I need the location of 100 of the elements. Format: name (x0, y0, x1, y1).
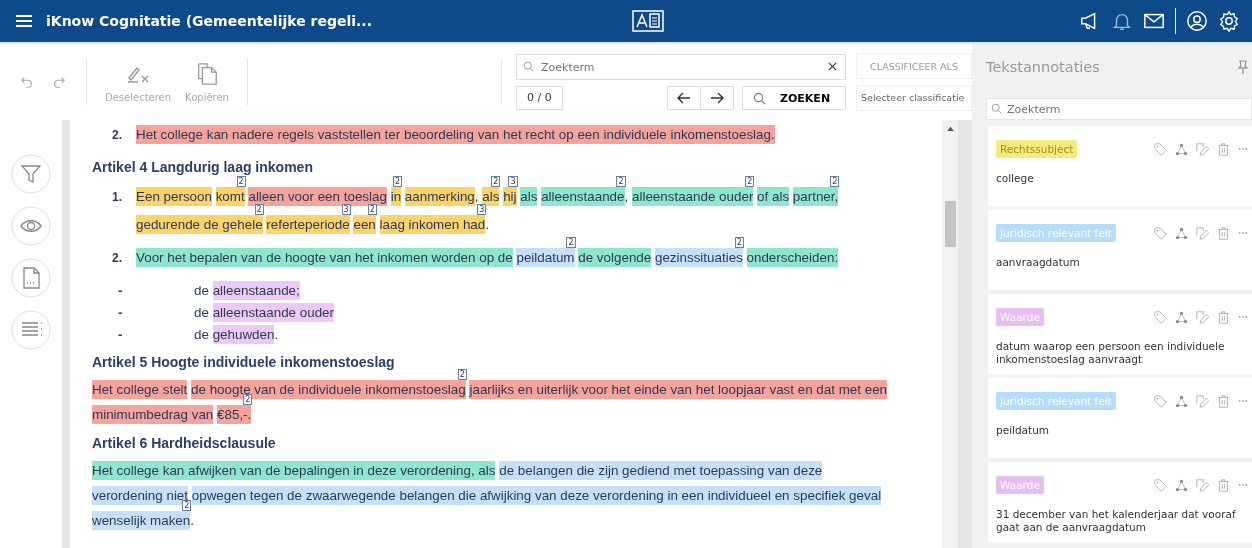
highlighted-text[interactable]: als (520, 187, 538, 206)
edit-tag-icon[interactable] (1196, 478, 1209, 492)
highlighted-text[interactable]: de volgende (578, 248, 652, 267)
highlighted-text[interactable]: een (353, 215, 376, 234)
network-icon[interactable] (1175, 310, 1188, 324)
search-icon (991, 103, 1002, 114)
bullet-marker: - (118, 326, 124, 344)
panel-title: Tekstannotaties (986, 59, 1100, 75)
tag-icon[interactable] (1154, 226, 1167, 240)
list-number: 2. (112, 127, 123, 144)
highlighted-text[interactable]: gedurende de gehele (136, 215, 263, 234)
reference-count: 2 (734, 237, 744, 248)
scroll-up-icon[interactable] (946, 126, 954, 131)
highlighted-text[interactable]: jaarlijks en uiterlijk voor het einde van het loopjaar vast en dat met een (469, 380, 888, 399)
reference-count: 2 (254, 204, 264, 215)
text: . (274, 327, 279, 342)
highlighted-text[interactable]: gezinssituaties (654, 248, 743, 267)
highlighted-text[interactable]: komt (215, 187, 245, 206)
highlighted-text[interactable]: Het college stelt (92, 380, 188, 399)
menu-icon[interactable] (16, 15, 32, 27)
trash-icon[interactable] (1217, 142, 1230, 156)
annotation-label: Rechtssubject (996, 140, 1078, 158)
network-icon[interactable] (1175, 226, 1188, 240)
highlighted-text[interactable]: of als (757, 187, 790, 206)
edit-tag-icon[interactable] (1196, 142, 1209, 156)
highlighted-text[interactable]: hij (503, 187, 517, 206)
close-icon[interactable] (827, 61, 838, 72)
tag-icon[interactable] (1154, 478, 1167, 492)
annotation-label: Juridisch relevant feit (996, 224, 1116, 242)
user-icon[interactable] (1186, 10, 1208, 32)
pin-icon[interactable] (1238, 60, 1248, 74)
tag-icon[interactable] (1154, 394, 1167, 408)
app-title: iKnow Cognitatie (Gemeentelijke regeli... (46, 13, 372, 29)
article-heading: Artikel 6 Hardheidsclausule (92, 435, 277, 451)
highlighted-text[interactable]: €85,-. (217, 405, 252, 424)
more-icon[interactable] (1238, 147, 1248, 151)
eye-icon[interactable] (11, 206, 51, 246)
annotation-text: datum waarop een persoon een individuele inkomenstoeslag aanvraagt (996, 340, 1226, 366)
highlighted-text[interactable]: partner, (792, 187, 839, 206)
document-icon[interactable] (11, 258, 51, 298)
highlighted-text[interactable]: alleenstaande; (212, 281, 300, 300)
text: , (474, 189, 479, 204)
edit-tag-icon[interactable] (1196, 226, 1209, 240)
highlighted-text[interactable]: minimumbedrag van (92, 405, 214, 424)
highlighted-text[interactable]: in (390, 187, 402, 206)
highlighted-text[interactable]: onderscheiden: (746, 248, 839, 267)
annotation-label: Waarde (996, 308, 1044, 326)
trash-icon[interactable] (1217, 478, 1230, 492)
network-icon[interactable] (1175, 142, 1188, 156)
search-field[interactable]: Zoekterm (516, 54, 846, 80)
search-icon (523, 61, 534, 72)
classification-select[interactable]: Selecteer classificatie (856, 85, 972, 111)
more-icon[interactable] (1238, 231, 1248, 235)
reference-count: 2 (236, 176, 246, 187)
network-icon[interactable] (1175, 478, 1188, 492)
highlighted-text[interactable]: de belangen die zijn gediend met toepassing van deze (499, 461, 823, 480)
annotation-card[interactable]: Juridisch relevant feit peildatum (988, 378, 1252, 458)
trash-icon[interactable] (1217, 226, 1230, 240)
annotation-card[interactable]: Juridisch relevant feit aanvraagdatum (988, 210, 1252, 290)
highlighted-text[interactable]: peildatum (516, 248, 575, 267)
search-button[interactable]: ZOEKEN (742, 86, 846, 110)
network-icon[interactable] (1175, 394, 1188, 408)
more-icon[interactable] (1238, 483, 1248, 487)
highlighted-text[interactable]: alleen voor een toeslag (248, 187, 387, 206)
highlighted-text[interactable]: Een persoon (136, 187, 212, 206)
list-icon[interactable] (11, 310, 51, 350)
highlighted-text[interactable]: opwegen tegen de zwaarwegende belangen die afwijking van deze verordening in een individueel en specifiek geval (191, 486, 882, 505)
reference-count: 2 (393, 176, 403, 187)
bullet-marker: - (118, 282, 124, 300)
settings-icon[interactable] (1218, 10, 1240, 32)
more-icon[interactable] (1238, 315, 1248, 319)
annotation-text: peildatum (996, 424, 1051, 437)
annotation-card[interactable]: Rechtssubject college (988, 126, 1252, 206)
edit-tag-icon[interactable] (1196, 310, 1209, 324)
logo-icon (632, 10, 664, 32)
highlighted-text[interactable]: als (482, 187, 500, 206)
trash-icon[interactable] (1217, 310, 1230, 324)
highlighted-text[interactable]: Voor het bepalen van de hoogte van het inkomen worden op de (136, 248, 513, 267)
tag-icon[interactable] (1154, 142, 1167, 156)
highlighted-text[interactable]: alleenstaande ouder (212, 303, 334, 322)
highlighted-text[interactable]: referteperiode (266, 215, 350, 234)
highlighted-text[interactable]: alleenstaande (541, 187, 625, 206)
highlighted-text[interactable]: Het college kan nadere regels vaststellen ter beoordeling van het recht op een individuele inkomenstoeslag. (136, 125, 775, 144)
search-field[interactable]: Zoekterm (986, 98, 1252, 120)
annotation-text: aanvraagdatum (996, 256, 1081, 269)
scrollbar[interactable] (942, 120, 958, 548)
reference-count: 3 (508, 176, 518, 187)
highlighted-text[interactable]: Het college kan afwijken van de bepalingen in deze verordening, als (92, 461, 496, 480)
annotation-card[interactable]: Waarde datum waarop een persoon een individuele inkomenstoeslag aanvraagt (988, 294, 1252, 374)
reference-count: 2 (182, 500, 192, 511)
edit-tag-icon[interactable] (1196, 394, 1209, 408)
trash-icon[interactable] (1217, 394, 1230, 408)
more-icon[interactable] (1238, 399, 1248, 403)
scrollbar-thumb[interactable] (944, 201, 956, 247)
annotation-card[interactable]: Waarde 31 december van het kalenderjaar dat vooraf gaat aan de aanvraagdatum (988, 462, 1252, 542)
highlighted-text[interactable]: aanmerking (404, 187, 475, 206)
filter-icon[interactable] (11, 154, 51, 194)
list-number: 1. (112, 189, 123, 206)
article-heading: Artikel 4 Langdurig laag inkomen (92, 159, 314, 175)
tag-icon[interactable] (1154, 310, 1167, 324)
